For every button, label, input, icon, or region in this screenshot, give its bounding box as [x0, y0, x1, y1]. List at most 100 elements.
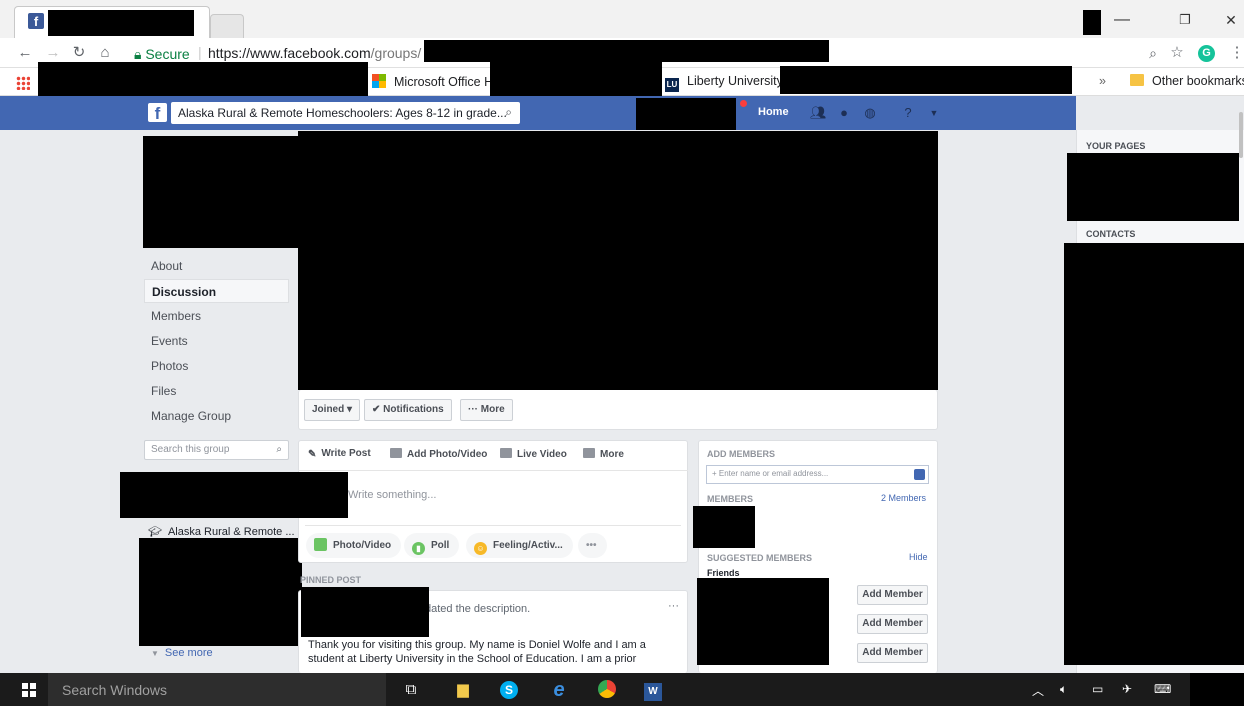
bookmark-office[interactable]: Microsoft Office H: [372, 74, 493, 89]
folder-icon: [1130, 74, 1144, 86]
facebook-search-input[interactable]: Alaska Rural & Remote Homeschoolers: Age…: [171, 102, 520, 124]
photo-video-pill[interactable]: Photo/Video: [306, 533, 402, 558]
notification-badge: [740, 100, 747, 107]
facebook-favicon-icon: f: [28, 13, 44, 29]
word-icon[interactable]: W: [642, 680, 664, 701]
see-more-label: See more: [164, 647, 213, 659]
nav-photos[interactable]: Photos: [144, 354, 289, 378]
edge-browser-icon[interactable]: e: [548, 680, 570, 700]
chrome-icon[interactable]: [596, 680, 618, 700]
task-view-icon[interactable]: ⧉: [400, 680, 422, 700]
add-member-button-3[interactable]: Add Member: [857, 643, 928, 663]
tray-chevron-up-icon[interactable]: ︿: [1032, 682, 1044, 699]
search-query-text: Alaska Rural & Remote Homeschoolers: Age…: [178, 106, 507, 120]
composer-divider-2: [305, 525, 681, 526]
notifications-button[interactable]: ✔ Notifications: [364, 399, 452, 421]
add-member-button-1[interactable]: Add Member: [857, 585, 928, 605]
restore-button[interactable]: ❐: [1170, 8, 1200, 32]
file-explorer-icon[interactable]: ▆: [452, 680, 474, 700]
volume-icon[interactable]: 🔈︎: [1060, 682, 1067, 697]
search-icon[interactable]: ⌕: [276, 444, 282, 455]
redacted-left-shortcuts: [139, 538, 302, 646]
taskbar-search-box[interactable]: Search Windows: [48, 673, 386, 706]
account-menu-chevron-icon[interactable]: ▼: [926, 105, 942, 121]
pencil-icon: ✎: [308, 449, 317, 460]
messages-icon[interactable]: ●: [836, 105, 852, 121]
nav-about[interactable]: About: [144, 254, 289, 278]
redacted-your-pages: [1067, 153, 1239, 221]
write-post-tab[interactable]: ✎ Write Post: [308, 448, 371, 460]
poll-icon: ▮: [412, 542, 425, 555]
url-text[interactable]: https://www.facebook.com/groups/: [208, 45, 421, 61]
more-button[interactable]: ··· More: [460, 399, 513, 421]
battery-icon[interactable]: ▭: [1092, 682, 1103, 696]
nav-files[interactable]: Files: [144, 379, 289, 403]
redacted-bookmarks-1: [38, 62, 368, 100]
skype-icon[interactable]: S: [498, 680, 520, 700]
apps-grid-icon[interactable]: [16, 76, 30, 90]
search-group-placeholder: Search this group: [151, 444, 230, 455]
help-icon[interactable]: ?: [900, 105, 916, 121]
suggested-members-title: SUGGESTED MEMBERS: [707, 553, 813, 563]
add-member-button-2[interactable]: Add Member: [857, 614, 928, 634]
add-member-input[interactable]: + Enter name or email address...: [706, 465, 929, 484]
redacted-composer-avatar: [120, 472, 348, 518]
page-scrollbar[interactable]: [1239, 112, 1243, 158]
secure-lock-icon: 🔒︎ Secure: [134, 46, 190, 62]
notifications-globe-icon[interactable]: ◍: [862, 105, 878, 121]
more-composer-tab[interactable]: More: [583, 448, 624, 460]
network-icon[interactable]: ✈: [1122, 682, 1132, 696]
bookmark-star-icon[interactable]: ☆: [1166, 42, 1188, 64]
bookmark-other[interactable]: Other bookmarks: [1130, 74, 1244, 88]
forward-arrow-icon[interactable]: →: [42, 42, 64, 64]
group-shortcut-label: Alaska Rural & Remote ...: [167, 526, 295, 538]
zoom-icon[interactable]: ⌕: [1142, 42, 1164, 64]
composer-input[interactable]: Write something...: [348, 489, 436, 501]
live-video-tab[interactable]: Live Video: [500, 448, 567, 460]
search-group-input[interactable]: Search this group ⌕: [144, 440, 289, 460]
redacted-group-name: [143, 136, 303, 248]
feeling-activity-pill-label: Feeling/Activ...: [493, 540, 563, 551]
see-more-link[interactable]: ▼ See more: [151, 647, 213, 659]
new-tab-button[interactable]: [210, 14, 244, 38]
pinned-post-header: PINNED POST: [300, 575, 362, 585]
home-link[interactable]: Home: [758, 106, 789, 118]
keyboard-icon[interactable]: ⌨: [1154, 682, 1171, 696]
redacted-bookmarks-2: [490, 62, 662, 98]
search-icon[interactable]: ⌕: [505, 105, 512, 120]
bookmark-other-label: Other bookmarks: [1152, 74, 1244, 88]
close-window-button[interactable]: ✕: [1216, 8, 1244, 32]
poll-pill[interactable]: ▮ Poll: [404, 533, 460, 558]
liberty-logo-icon: LU: [665, 78, 679, 92]
group-shortcut[interactable]: 🎓︎ Alaska Rural & Remote ...: [148, 525, 295, 538]
feeling-activity-pill[interactable]: ☺ Feeling/Activ...: [466, 533, 573, 558]
minimize-button[interactable]: —: [1107, 8, 1137, 32]
photo-icon: [314, 538, 327, 551]
add-photo-video-tab[interactable]: Add Photo/Video: [390, 448, 487, 460]
nav-members[interactable]: Members: [144, 304, 289, 328]
nav-manage-group[interactable]: Manage Group: [144, 404, 289, 428]
redacted-suggested-members: [697, 578, 829, 665]
video-camera-icon: [500, 448, 512, 458]
bookmarks-overflow-button[interactable]: »: [1099, 74, 1106, 88]
facebook-top-bar: f Alaska Rural & Remote Homeschoolers: A…: [0, 96, 1076, 130]
browser-menu-icon[interactable]: ⋮: [1226, 42, 1244, 64]
bookmark-liberty[interactable]: LU Liberty University: [665, 74, 783, 92]
joined-button[interactable]: Joined ▾: [304, 399, 361, 421]
reload-icon[interactable]: ↻: [68, 42, 90, 64]
more-options-pill[interactable]: •••: [578, 533, 607, 558]
nav-discussion[interactable]: Discussion: [144, 279, 289, 303]
url-host: https://www.facebook.com: [208, 45, 371, 61]
facebook-logo-icon[interactable]: f: [148, 103, 167, 123]
hide-suggestions-link[interactable]: Hide: [909, 552, 928, 562]
members-count-link[interactable]: 2 Members: [881, 493, 926, 503]
nav-events[interactable]: Events: [144, 329, 289, 353]
grammarly-extension-icon[interactable]: G: [1198, 45, 1215, 62]
back-arrow-icon[interactable]: ←: [14, 42, 36, 64]
friend-requests-icon[interactable]: 👥︎: [810, 105, 827, 121]
home-icon[interactable]: ⌂: [94, 42, 116, 64]
redacted-post-author: [301, 587, 429, 637]
smiley-icon: ☺: [474, 542, 487, 555]
windows-start-icon[interactable]: [22, 683, 36, 697]
post-options-icon[interactable]: ···: [668, 600, 679, 612]
